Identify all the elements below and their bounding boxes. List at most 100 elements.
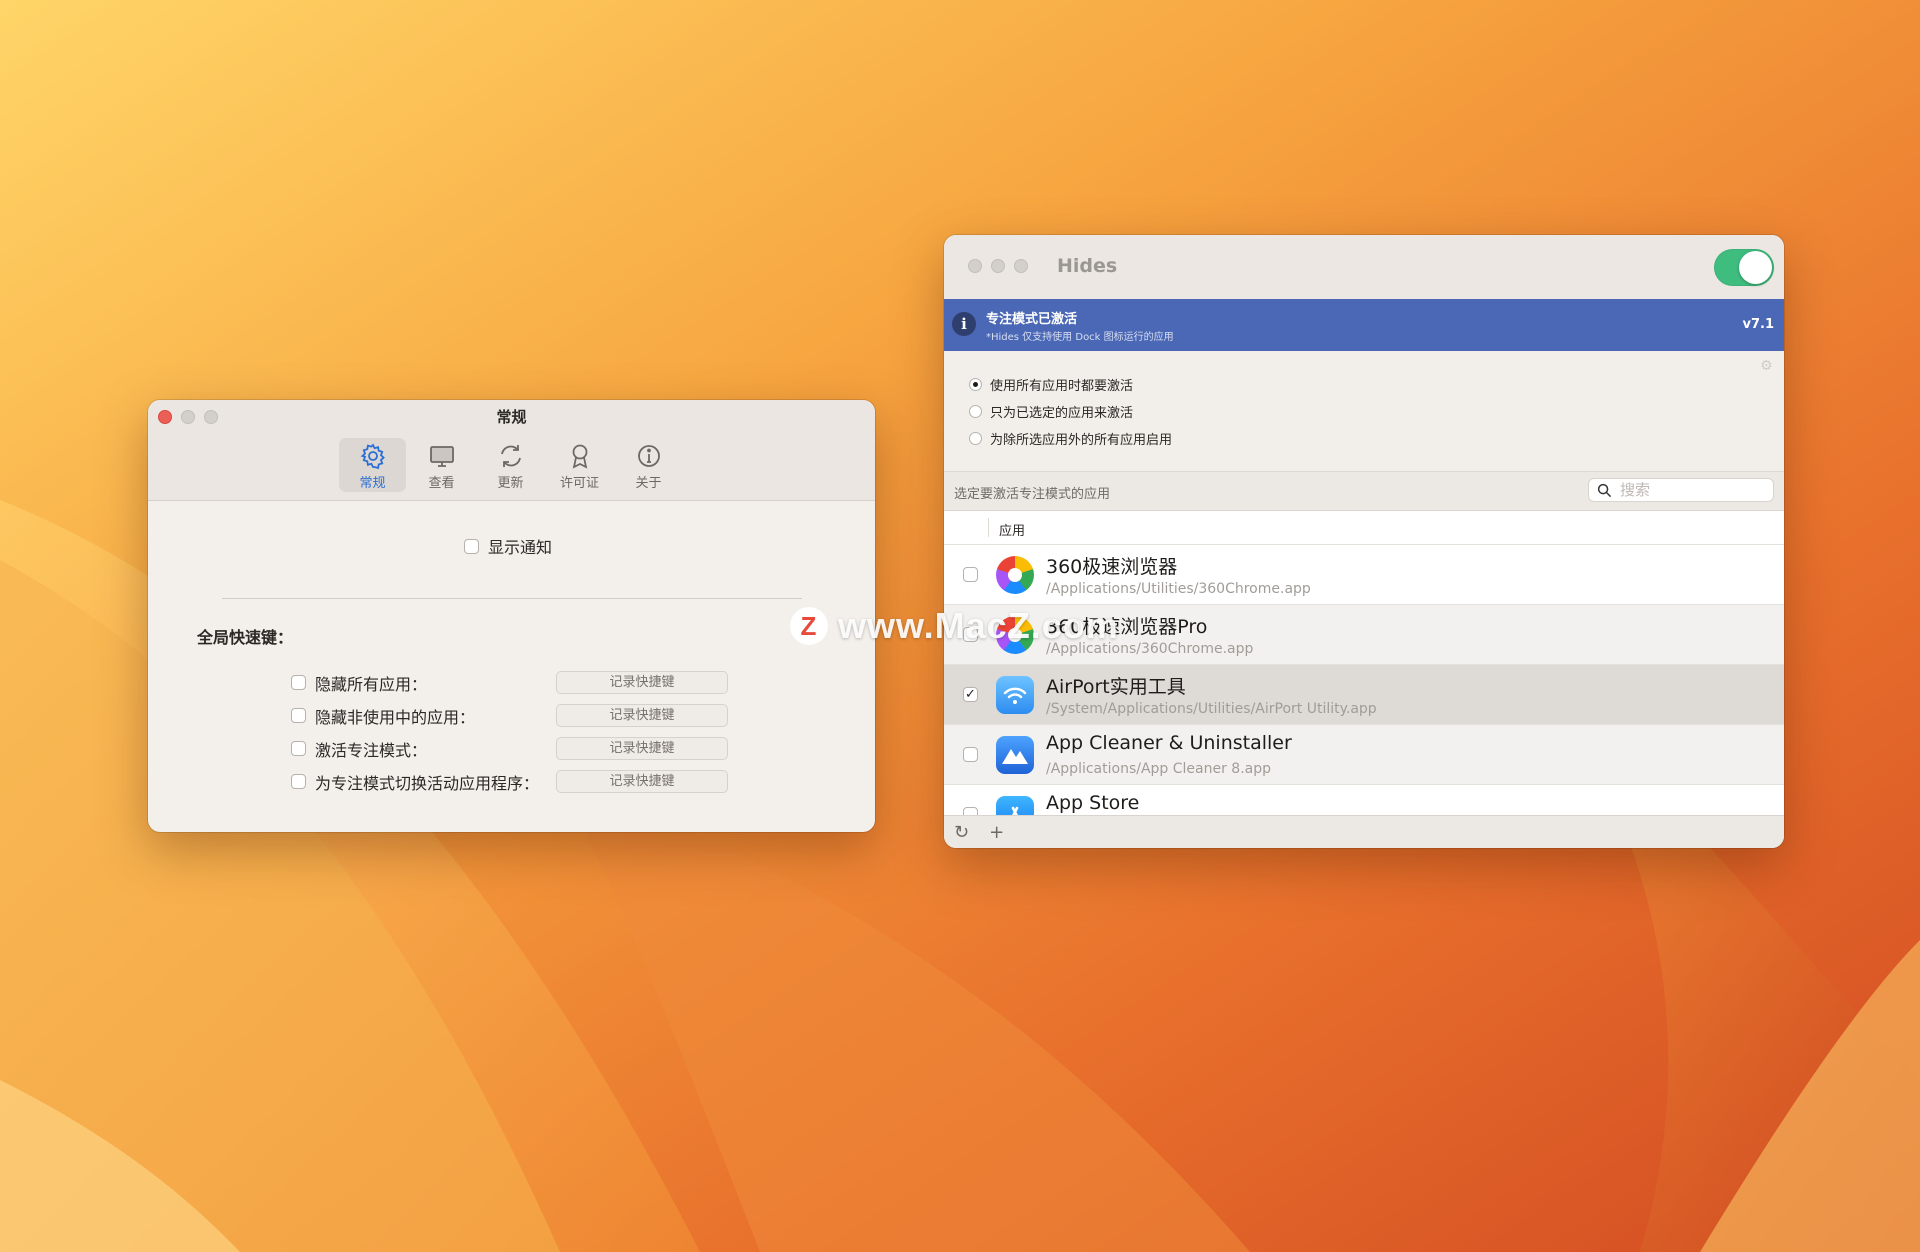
tab-update[interactable]: 更新 xyxy=(477,438,544,492)
filter-label: 选定要激活专注模式的应用 xyxy=(954,487,1111,502)
show-notification-option[interactable]: 显示通知 xyxy=(464,534,552,558)
show-notification-checkbox[interactable] xyxy=(464,538,479,554)
mode-option-all-apps[interactable]: 使用所有应用时都要激活 xyxy=(969,371,1172,398)
mode-radio-group: 使用所有应用时都要激活 只为已选定的应用来激活 为除所选应用外的所有应用启用 xyxy=(969,371,1172,452)
app-cleaner-icon xyxy=(996,736,1034,774)
column-separator xyxy=(988,518,989,537)
search-input[interactable] xyxy=(1620,481,1760,499)
monitor-icon xyxy=(429,446,454,467)
app-name: App Cleaner & Uninstaller xyxy=(1046,732,1292,754)
mode-panel: ⚙ 使用所有应用时都要激活 只为已选定的应用来激活 为除所选应用外的所有应用启用 xyxy=(944,351,1784,472)
hotkey-label: 为专注模式切换活动应用程序： xyxy=(315,773,540,793)
hotkey-checkbox[interactable] xyxy=(291,708,306,723)
hotkey-label: 隐藏非使用中的应用： xyxy=(315,707,476,727)
hotkey-row-hide-inactive: 隐藏非使用中的应用： 记录快捷键 xyxy=(291,699,728,732)
hotkey-label: 隐藏所有应用： xyxy=(315,674,428,694)
window-controls xyxy=(968,259,1028,273)
banner-title: 专注模式已激活 xyxy=(986,312,1078,327)
hotkey-label: 激活专注模式： xyxy=(315,740,428,760)
mode-option-label: 只为已选定的应用来激活 xyxy=(990,406,1134,421)
search-field[interactable] xyxy=(1588,478,1774,502)
global-hotkeys-heading: 全局快速键： xyxy=(197,628,294,647)
gear-icon[interactable]: ⚙ xyxy=(1760,359,1774,373)
focus-mode-banner: i 专注模式已激活 *Hides 仅支持使用 Dock 图标运行的应用 v7.1 xyxy=(944,299,1784,351)
bottom-bar: ↻ + xyxy=(944,815,1784,848)
watermark: Z www.MacZ.com xyxy=(790,604,1119,648)
add-icon[interactable]: + xyxy=(989,822,1004,843)
preferences-titlebar: 常规 常规 查看 更新 许可证 关于 xyxy=(148,400,875,501)
table-row[interactable]: App Store xyxy=(944,785,1784,815)
search-icon xyxy=(1597,483,1612,497)
tab-about[interactable]: 关于 xyxy=(615,438,682,492)
app-list: 360极速浏览器 /Applications/Utilities/360Chro… xyxy=(944,545,1784,815)
table-row[interactable]: App Cleaner & Uninstaller /Applications/… xyxy=(944,725,1784,785)
app-checkbox[interactable] xyxy=(963,807,978,815)
app-name: 360极速浏览器 xyxy=(1046,556,1178,578)
app-path: /Applications/Utilities/360Chrome.app xyxy=(1046,581,1311,597)
hides-titlebar: Hides xyxy=(944,235,1784,299)
app-checkbox[interactable] xyxy=(963,747,978,762)
hotkey-row-switch-active-app: 为专注模式切换活动应用程序： 记录快捷键 xyxy=(291,765,728,798)
info-icon xyxy=(637,445,660,467)
zoom-button[interactable] xyxy=(1014,259,1028,273)
hotkey-row-focus-mode: 激活专注模式： 记录快捷键 xyxy=(291,732,728,765)
column-header-app[interactable]: 应用 xyxy=(999,520,1025,539)
tab-label: 关于 xyxy=(635,476,662,491)
hotkey-checkbox[interactable] xyxy=(291,741,306,756)
refresh-icon[interactable]: ↻ xyxy=(954,822,969,843)
table-header: 应用 xyxy=(944,511,1784,545)
watermark-logo: Z xyxy=(790,607,828,645)
tab-view[interactable]: 查看 xyxy=(408,438,475,492)
record-shortcut-button[interactable]: 记录快捷键 xyxy=(556,770,728,793)
window-title: 常规 xyxy=(496,408,527,426)
airport-utility-icon xyxy=(996,676,1034,714)
info-icon: i xyxy=(952,312,976,336)
tab-label: 许可证 xyxy=(559,476,599,491)
minimize-button[interactable] xyxy=(991,259,1005,273)
filter-bar: 选定要激活专注模式的应用 xyxy=(944,472,1784,511)
record-shortcut-button[interactable]: 记录快捷键 xyxy=(556,704,728,727)
table-row[interactable]: ✓ AirPort实用工具 /System/Applications/Utili… xyxy=(944,665,1784,725)
hotkey-checkbox[interactable] xyxy=(291,774,306,789)
version-label: v7.1 xyxy=(1742,317,1774,332)
window-title: Hides xyxy=(1057,255,1118,277)
tab-label: 常规 xyxy=(359,476,386,491)
record-shortcut-button[interactable]: 记录快捷键 xyxy=(556,671,728,694)
tab-license[interactable]: 许可证 xyxy=(546,438,613,492)
radio-button[interactable] xyxy=(969,378,982,391)
refresh-icon xyxy=(500,445,521,467)
radio-button[interactable] xyxy=(969,405,982,418)
record-shortcut-button[interactable]: 记录快捷键 xyxy=(556,737,728,760)
app-store-icon xyxy=(996,796,1034,815)
mode-option-label: 为除所选应用外的所有应用启用 xyxy=(990,433,1173,448)
app-name: App Store xyxy=(1046,792,1140,814)
tab-label: 更新 xyxy=(497,476,524,491)
app-checkbox[interactable]: ✓ xyxy=(963,687,978,702)
table-row[interactable]: 360极速浏览器 /Applications/Utilities/360Chro… xyxy=(944,545,1784,605)
app-checkbox[interactable] xyxy=(963,567,978,582)
hotkey-list: 隐藏所有应用： 记录快捷键 隐藏非使用中的应用： 记录快捷键 激活专注模式： 记… xyxy=(291,666,728,798)
mode-option-selected-apps[interactable]: 只为已选定的应用来激活 xyxy=(969,398,1172,425)
hotkey-row-hide-all: 隐藏所有应用： 记录快捷键 xyxy=(291,666,728,699)
toggle-knob xyxy=(1739,251,1772,284)
mode-option-label: 使用所有应用时都要激活 xyxy=(990,379,1134,394)
tab-general[interactable]: 常规 xyxy=(339,438,406,492)
preferences-body: 显示通知 全局快速键： 隐藏所有应用： 记录快捷键 隐藏非使用中的应用： 记录快… xyxy=(148,501,875,832)
ribbon-icon xyxy=(572,444,587,469)
close-button[interactable] xyxy=(968,259,982,273)
gear-icon xyxy=(360,443,385,470)
app-path: /Applications/App Cleaner 8.app xyxy=(1046,761,1272,777)
radio-button[interactable] xyxy=(969,432,982,445)
app-path: /System/Applications/Utilities/AirPort U… xyxy=(1046,701,1377,717)
preferences-toolbar: 常规 查看 更新 许可证 关于 xyxy=(339,438,682,492)
tab-label: 查看 xyxy=(428,476,455,491)
banner-subtitle: *Hides 仅支持使用 Dock 图标运行的应用 xyxy=(986,332,1174,343)
watermark-text: www.MacZ.com xyxy=(838,605,1119,646)
show-notification-label: 显示通知 xyxy=(488,538,553,557)
360-browser-icon xyxy=(996,556,1034,594)
focus-mode-toggle[interactable] xyxy=(1714,249,1774,286)
app-name: AirPort实用工具 xyxy=(1046,676,1186,698)
hotkey-checkbox[interactable] xyxy=(291,675,306,690)
mode-option-except-selected[interactable]: 为除所选应用外的所有应用启用 xyxy=(969,425,1172,452)
divider xyxy=(222,598,802,599)
